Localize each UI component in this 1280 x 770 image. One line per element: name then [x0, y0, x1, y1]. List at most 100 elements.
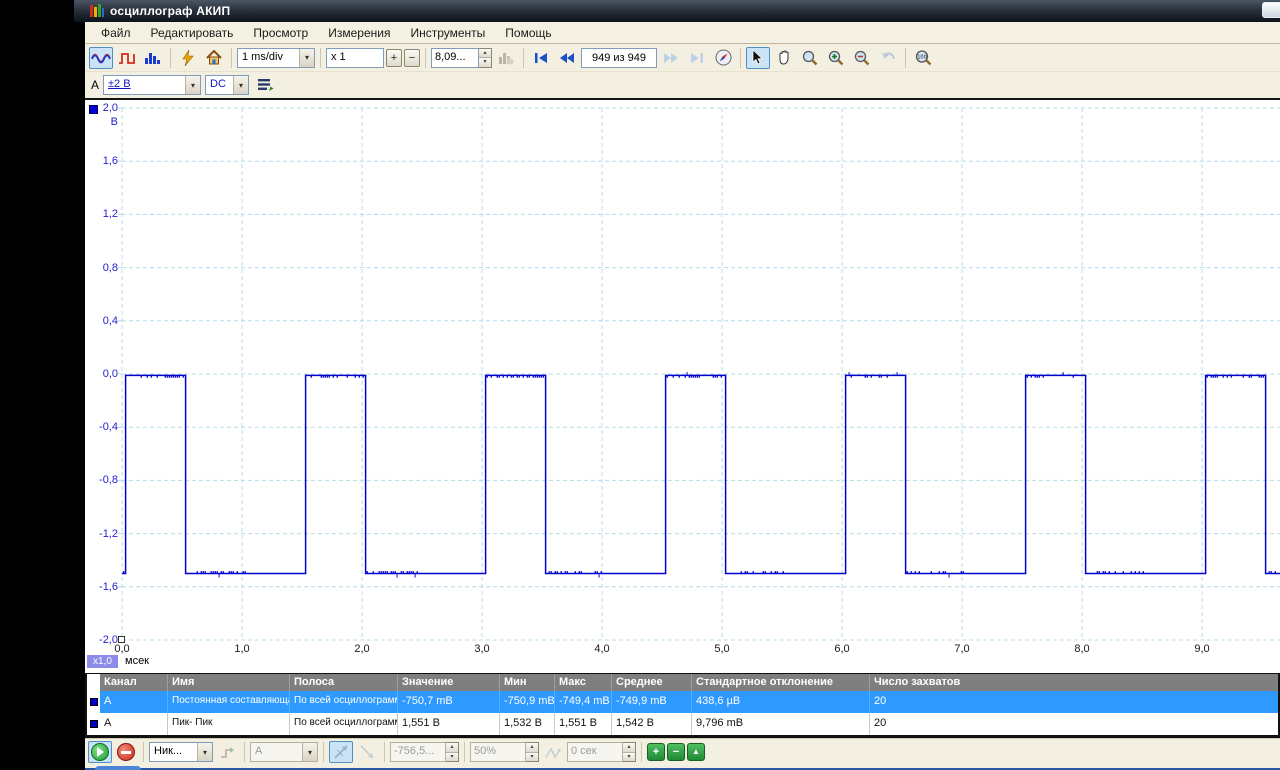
x-tick-label: 7,0 — [942, 643, 982, 655]
y-tick-label: 0,4 — [85, 315, 118, 327]
y-tick-label: 0,8 — [85, 262, 118, 274]
autoset-button[interactable] — [176, 47, 200, 69]
skip-to-start-icon — [534, 52, 548, 64]
status-separator — [384, 742, 385, 762]
channel-color-swatch — [90, 720, 98, 728]
histogram-view-button[interactable] — [141, 47, 165, 69]
cell-mean: -749,9 mB — [612, 691, 692, 713]
y-tick-label: 1,2 — [85, 208, 118, 220]
x-axis-unit: мсек — [125, 655, 149, 667]
close-button[interactable] — [1262, 2, 1280, 18]
scope-view-button[interactable] — [89, 47, 113, 69]
cell-value: 1,551 В — [398, 713, 500, 735]
menu-item-edit[interactable]: Редактировать — [141, 23, 244, 43]
channel-settings-button[interactable] — [253, 74, 277, 96]
col-header-band[interactable]: Полоса — [290, 674, 398, 691]
stop-button[interactable] — [114, 741, 138, 763]
fast-forward-icon — [663, 52, 679, 64]
col-header-min[interactable]: Мин — [500, 674, 555, 691]
col-header-name[interactable]: Имя — [168, 674, 290, 691]
trigger-mode-value: Ник... — [150, 743, 197, 761]
zoom-region-button[interactable] — [798, 47, 822, 69]
magnifier-icon — [802, 50, 818, 66]
pan-tool-button[interactable] — [772, 47, 796, 69]
multiplier-field[interactable]: x 1 — [326, 48, 384, 68]
multiplier-decrease-button[interactable]: − — [404, 49, 420, 67]
offset-updown[interactable]: ▴ ▾ — [479, 48, 492, 68]
channel-range-select[interactable]: ±2 В ▾ — [103, 75, 201, 95]
cell-max: -749,4 mB — [555, 691, 612, 713]
window-title: осциллограф АКИП — [110, 4, 230, 18]
chevron-down-icon: ▾ — [185, 76, 200, 94]
rewind-icon — [559, 52, 575, 64]
app-window: осциллограф АКИП Файл Редактировать Прос… — [85, 0, 1280, 768]
menu-item-measurements[interactable]: Измерения — [318, 23, 400, 43]
x-tick-label: 6,0 — [822, 643, 862, 655]
channel-range-value: ±2 В — [104, 76, 185, 94]
y-tick-label: 1,6 — [85, 155, 118, 167]
toolbar-separator — [170, 48, 171, 68]
trigger-level-value: -756,5... — [390, 742, 446, 762]
waveform-svg[interactable] — [85, 100, 1280, 675]
record-position-field[interactable]: 949 из 949 — [581, 48, 657, 68]
chevron-down-icon: ▾ — [299, 49, 314, 67]
start-button-edge — [95, 766, 141, 770]
spin-up-icon: ▴ — [446, 743, 458, 753]
histogram-icon — [144, 51, 162, 65]
measurement-table: Канал Имя Полоса Значение Мин Макс Средн… — [85, 673, 1280, 738]
zoom-100-button[interactable]: 100 — [911, 47, 935, 69]
origin-handle[interactable] — [118, 636, 125, 643]
cell-band: По всей осциллограмме — [290, 713, 398, 735]
menu-item-view[interactable]: Просмотр — [243, 23, 318, 43]
nav-prev-button[interactable] — [555, 47, 579, 69]
histogram-tool-button-disabled — [494, 47, 518, 69]
spin-up-icon[interactable]: ▴ — [479, 49, 491, 59]
pulse-width-icon — [545, 746, 561, 759]
table-row[interactable]: A Постоянная составляющая По всей осцилл… — [87, 691, 1278, 713]
stop-icon — [117, 743, 135, 761]
home-button[interactable] — [202, 47, 226, 69]
col-header-stddev[interactable]: Стандартное отклонение — [692, 674, 870, 691]
cell-name: Пик- Пик — [168, 713, 290, 735]
offset-spinner[interactable]: 8,09... ▴ ▾ — [431, 48, 492, 68]
cell-channel: A — [100, 713, 168, 735]
main-toolbar: 1 ms/div ▾ x 1 + − 8,09... ▴ ▾ — [85, 44, 1280, 72]
zoom-in-button[interactable] — [824, 47, 848, 69]
channel-coupling-value: DC — [206, 76, 233, 94]
col-header-value[interactable]: Значение — [398, 674, 500, 691]
nav-first-button[interactable] — [529, 47, 553, 69]
col-header-captures[interactable]: Число захватов — [870, 674, 1278, 691]
remove-measurement-button[interactable]: − — [667, 743, 685, 761]
nav-next-button-disabled — [659, 47, 683, 69]
col-header-max[interactable]: Макс — [555, 674, 612, 691]
holdoff-updown: ▴ ▾ — [623, 742, 636, 762]
timebase-select[interactable]: 1 ms/div ▾ — [237, 48, 315, 68]
minus-icon: − — [673, 747, 679, 757]
menu-bar: Файл Редактировать Просмотр Измерения Ин… — [85, 22, 1280, 44]
multiplier-increase-button[interactable]: + — [386, 49, 402, 67]
run-button[interactable] — [88, 741, 112, 763]
channel-coupling-select[interactable]: DC ▾ — [205, 75, 249, 95]
table-row[interactable]: A Пик- Пик По всей осциллограмме 1,551 В… — [87, 713, 1278, 735]
col-header-channel[interactable]: Канал — [100, 674, 168, 691]
marker-header-cell — [87, 674, 100, 691]
expand-panel-button[interactable]: ▲ — [687, 743, 705, 761]
y-tick-label: -0,8 — [85, 474, 118, 486]
cell-min: -750,9 mB — [500, 691, 555, 713]
cursor-tool-button[interactable] — [746, 47, 770, 69]
col-header-mean[interactable]: Среднее — [612, 674, 692, 691]
trigger-mode-select[interactable]: Ник... ▾ — [149, 742, 213, 762]
spin-down-icon: ▾ — [526, 753, 538, 762]
menu-item-tools[interactable]: Инструменты — [400, 23, 495, 43]
spin-down-icon[interactable]: ▾ — [479, 58, 491, 67]
x-tick-label: 4,0 — [582, 643, 622, 655]
zoom-out-button[interactable] — [850, 47, 874, 69]
menu-item-file[interactable]: Файл — [91, 23, 141, 43]
slope-rising-button[interactable] — [329, 741, 353, 763]
offset-value: 8,09... — [431, 48, 479, 68]
cell-channel: A — [100, 691, 168, 713]
add-measurement-button[interactable]: + — [647, 743, 665, 761]
menu-item-help[interactable]: Помощь — [495, 23, 561, 43]
replay-speed-button[interactable] — [711, 47, 735, 69]
square-view-button[interactable] — [115, 47, 139, 69]
